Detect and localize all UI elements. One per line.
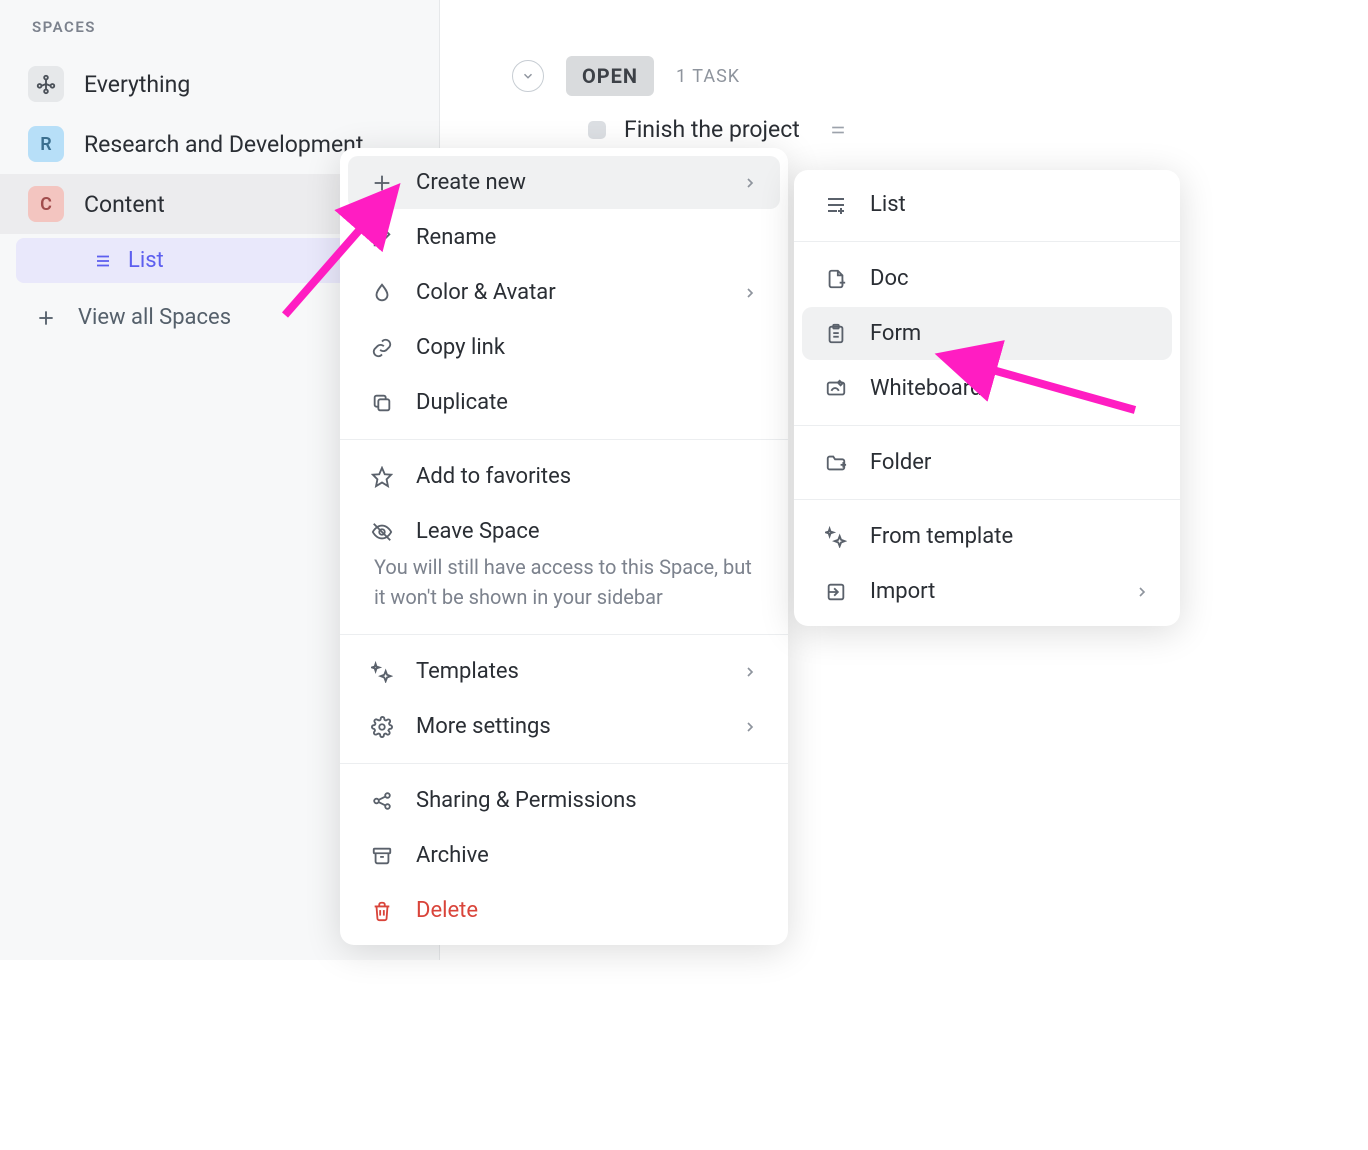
- menu-color-avatar[interactable]: Color & Avatar: [348, 266, 780, 319]
- submenu-doc[interactable]: Doc: [802, 252, 1172, 305]
- collapse-toggle[interactable]: [512, 60, 544, 92]
- status-row: OPEN 1 TASK: [440, 56, 1368, 96]
- sparkles-icon: [824, 525, 848, 549]
- sidebar-list-label: List: [128, 248, 164, 273]
- chevron-down-icon: [521, 69, 535, 83]
- space-everything-label: Everything: [84, 71, 190, 98]
- submenu-whiteboard-label: Whiteboard: [870, 376, 982, 401]
- submenu-folder[interactable]: Folder: [802, 436, 1172, 489]
- whiteboard-icon: [824, 377, 848, 401]
- submenu-folder-label: Folder: [870, 450, 931, 475]
- menu-templates[interactable]: Templates: [348, 645, 780, 698]
- chevron-right-icon: [742, 664, 758, 680]
- submenu-import[interactable]: Import: [802, 565, 1172, 618]
- menu-add-favorites-label: Add to favorites: [416, 464, 571, 489]
- menu-more-settings[interactable]: More settings: [348, 700, 780, 753]
- sparkles-icon: [370, 660, 394, 684]
- space-context-menu: Create new Rename Color & Avatar Copy li…: [340, 148, 788, 945]
- archive-icon: [370, 844, 394, 868]
- menu-sharing[interactable]: Sharing & Permissions: [348, 774, 780, 827]
- menu-divider: [340, 634, 788, 635]
- sidebar-header: SPACES: [0, 10, 439, 54]
- pencil-icon: [370, 226, 394, 250]
- menu-divider: [794, 425, 1180, 426]
- submenu-form[interactable]: Form: [802, 307, 1172, 360]
- copy-icon: [370, 391, 394, 415]
- task-status-dot[interactable]: [588, 121, 606, 139]
- status-badge[interactable]: OPEN: [566, 56, 654, 96]
- eye-off-icon: [370, 520, 394, 544]
- menu-divider: [340, 439, 788, 440]
- share-icon: [370, 789, 394, 813]
- chevron-right-icon: [742, 719, 758, 735]
- space-research-label: Research and Development: [84, 131, 363, 158]
- task-count: 1 TASK: [676, 66, 740, 87]
- gear-icon: [370, 715, 394, 739]
- chevron-right-icon: [742, 175, 758, 191]
- submenu-list[interactable]: List: [802, 178, 1172, 231]
- task-title: Finish the project: [624, 116, 800, 143]
- research-icon: R: [28, 126, 64, 162]
- star-icon: [370, 465, 394, 489]
- menu-sharing-label: Sharing & Permissions: [416, 788, 637, 813]
- menu-templates-label: Templates: [416, 659, 519, 684]
- link-icon: [370, 336, 394, 360]
- menu-archive-label: Archive: [416, 843, 489, 868]
- plus-icon: [370, 171, 394, 195]
- menu-create-new[interactable]: Create new: [348, 156, 780, 209]
- menu-divider: [794, 241, 1180, 242]
- menu-copy-link[interactable]: Copy link: [348, 321, 780, 374]
- menu-duplicate[interactable]: Duplicate: [348, 376, 780, 429]
- space-everything[interactable]: Everything: [0, 54, 439, 114]
- space-content-label: Content: [84, 191, 165, 218]
- submenu-whiteboard[interactable]: Whiteboard: [802, 362, 1172, 415]
- menu-copy-link-label: Copy link: [416, 335, 505, 360]
- menu-divider: [340, 763, 788, 764]
- submenu-from-template-label: From template: [870, 524, 1013, 549]
- menu-color-avatar-label: Color & Avatar: [416, 280, 556, 305]
- task-row[interactable]: Finish the project: [440, 96, 1368, 143]
- doc-icon: [824, 267, 848, 291]
- menu-duplicate-label: Duplicate: [416, 390, 508, 415]
- menu-delete-label: Delete: [416, 898, 478, 923]
- list-add-icon: [824, 193, 848, 217]
- chevron-right-icon: [742, 285, 758, 301]
- trash-icon: [370, 899, 394, 923]
- menu-more-settings-label: More settings: [416, 714, 551, 739]
- menu-leave-space-label: Leave Space: [416, 519, 540, 544]
- content-icon: C: [28, 186, 64, 222]
- drag-handle-icon[interactable]: [828, 120, 848, 140]
- submenu-doc-label: Doc: [870, 266, 909, 291]
- chevron-right-icon: [1134, 584, 1150, 600]
- submenu-form-label: Form: [870, 321, 921, 346]
- menu-archive[interactable]: Archive: [348, 829, 780, 882]
- submenu-import-label: Import: [870, 579, 935, 604]
- menu-delete[interactable]: Delete: [348, 884, 780, 937]
- submenu-from-template[interactable]: From template: [802, 510, 1172, 563]
- view-all-label: View all Spaces: [78, 305, 231, 330]
- folder-add-icon: [824, 451, 848, 475]
- menu-leave-space[interactable]: Leave Space: [348, 505, 780, 548]
- submenu-list-label: List: [870, 192, 906, 217]
- everything-icon: [28, 66, 64, 102]
- create-new-submenu: List Doc Form Whiteboard Folder From tem…: [794, 170, 1180, 626]
- droplet-icon: [370, 281, 394, 305]
- import-icon: [824, 580, 848, 604]
- menu-leave-desc: You will still have access to this Space…: [348, 550, 780, 624]
- plus-icon: [36, 308, 56, 328]
- menu-rename-label: Rename: [416, 225, 496, 250]
- menu-add-favorites[interactable]: Add to favorites: [348, 450, 780, 503]
- menu-rename[interactable]: Rename: [348, 211, 780, 264]
- list-icon: [94, 252, 112, 270]
- menu-divider: [794, 499, 1180, 500]
- form-icon: [824, 322, 848, 346]
- menu-create-new-label: Create new: [416, 170, 526, 195]
